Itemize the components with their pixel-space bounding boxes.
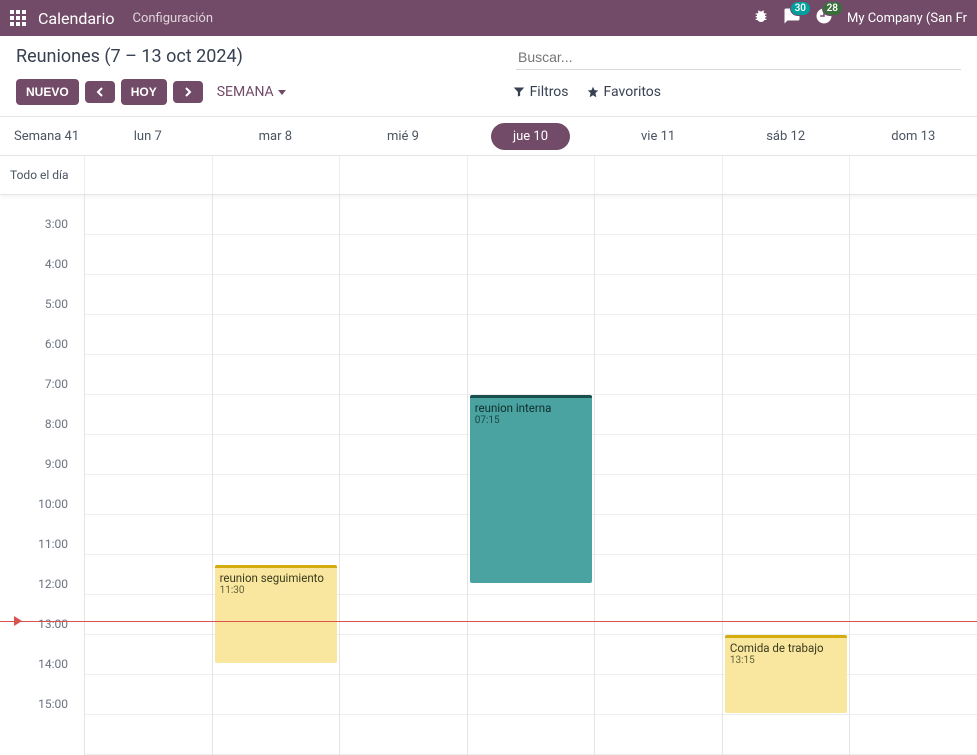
- calendar-event[interactable]: reunion seguimiento11:30: [215, 565, 338, 663]
- event-time: 07:15: [475, 415, 588, 426]
- debug-icon[interactable]: [753, 8, 769, 28]
- today-button[interactable]: HOY: [121, 79, 167, 105]
- week-number: Semana 41: [0, 129, 84, 144]
- day-header[interactable]: lun 7: [84, 129, 212, 144]
- allday-cell[interactable]: [594, 156, 722, 194]
- day-column[interactable]: Comida de trabajo13:15: [722, 195, 850, 755]
- hour-label: 6:00: [0, 337, 84, 377]
- day-header[interactable]: dom 13: [849, 129, 977, 144]
- hour-label: 12:00: [0, 577, 84, 617]
- activity-icon[interactable]: 28: [815, 7, 833, 29]
- day-header[interactable]: vie 11: [594, 129, 722, 144]
- day-header[interactable]: sáb 12: [722, 129, 850, 144]
- calendar-event[interactable]: reunion interna07:15: [470, 395, 593, 583]
- funnel-icon: [513, 86, 525, 98]
- allday-cell[interactable]: [212, 156, 340, 194]
- favorites-button[interactable]: Favoritos: [587, 84, 661, 100]
- event-title: reunion seguimiento: [220, 571, 333, 585]
- day-column[interactable]: reunion interna07:15: [467, 195, 595, 755]
- allday-cell[interactable]: [339, 156, 467, 194]
- allday-cell[interactable]: [849, 156, 977, 194]
- hour-label: 9:00: [0, 457, 84, 497]
- control-bar: Reuniones (7 – 13 oct 2024): [0, 36, 977, 70]
- app-name[interactable]: Calendario: [38, 9, 115, 28]
- hour-label: 5:00: [0, 297, 84, 337]
- hour-label: 14:00: [0, 657, 84, 697]
- filters-button[interactable]: Filtros: [513, 84, 569, 100]
- scale-dropdown[interactable]: SEMANA: [209, 78, 294, 106]
- day-header-today: jue 10: [491, 123, 570, 150]
- day-column[interactable]: [339, 195, 467, 755]
- activity-badge: 28: [822, 1, 843, 16]
- day-column[interactable]: [594, 195, 722, 755]
- prev-button[interactable]: [85, 81, 115, 103]
- hour-label: 13:00: [0, 617, 84, 657]
- event-title: Comida de trabajo: [730, 641, 843, 655]
- toolbar: NUEVO HOY SEMANA Filtros Favoritos: [0, 70, 977, 116]
- new-button[interactable]: NUEVO: [16, 79, 79, 105]
- event-title: reunion interna: [475, 401, 588, 415]
- scale-label: SEMANA: [217, 84, 274, 100]
- hour-label: 10:00: [0, 497, 84, 537]
- topbar: Calendario Configuración 30 28 My Compan…: [0, 0, 977, 36]
- caret-down-icon: [278, 90, 286, 95]
- allday-cell[interactable]: [467, 156, 595, 194]
- calendar: Semana 41 lun 7mar 8mié 9 jue 10 vie 11sáb…: [0, 116, 977, 755]
- allday-label: Todo el día: [0, 156, 84, 194]
- apps-icon[interactable]: [10, 10, 26, 26]
- chevron-left-icon: [95, 87, 105, 97]
- now-marker-icon: [14, 616, 22, 626]
- time-grid[interactable]: 3:004:005:006:007:008:009:0010:0011:0012…: [0, 195, 977, 755]
- day-column[interactable]: [84, 195, 212, 755]
- event-time: 13:15: [730, 655, 843, 666]
- hour-label: 11:00: [0, 537, 84, 577]
- star-icon: [587, 86, 599, 98]
- messaging-icon[interactable]: 30: [783, 7, 801, 29]
- messaging-badge: 30: [790, 1, 811, 16]
- event-time: 11:30: [220, 585, 333, 596]
- allday-cell[interactable]: [84, 156, 212, 194]
- calendar-event[interactable]: Comida de trabajo13:15: [725, 635, 848, 713]
- day-header[interactable]: jue 10: [467, 123, 595, 150]
- allday-cell[interactable]: [722, 156, 850, 194]
- hour-label: 7:00: [0, 377, 84, 417]
- day-header[interactable]: mar 8: [212, 129, 340, 144]
- menu-config[interactable]: Configuración: [133, 11, 214, 26]
- next-button[interactable]: [173, 81, 203, 103]
- search-input[interactable]: [516, 45, 961, 70]
- hour-label: 3:00: [0, 217, 84, 257]
- allday-row: Todo el día: [0, 155, 977, 195]
- chevron-right-icon: [183, 87, 193, 97]
- company-selector[interactable]: My Company (San Fr: [847, 11, 967, 26]
- day-column[interactable]: reunion seguimiento11:30: [212, 195, 340, 755]
- hour-label: 15:00: [0, 697, 84, 737]
- now-indicator: [0, 621, 977, 622]
- day-header[interactable]: mié 9: [339, 129, 467, 144]
- day-column[interactable]: [849, 195, 977, 755]
- hour-label: 4:00: [0, 257, 84, 297]
- week-header: Semana 41 lun 7mar 8mié 9 jue 10 vie 11sáb…: [0, 117, 977, 155]
- hour-label: 8:00: [0, 417, 84, 457]
